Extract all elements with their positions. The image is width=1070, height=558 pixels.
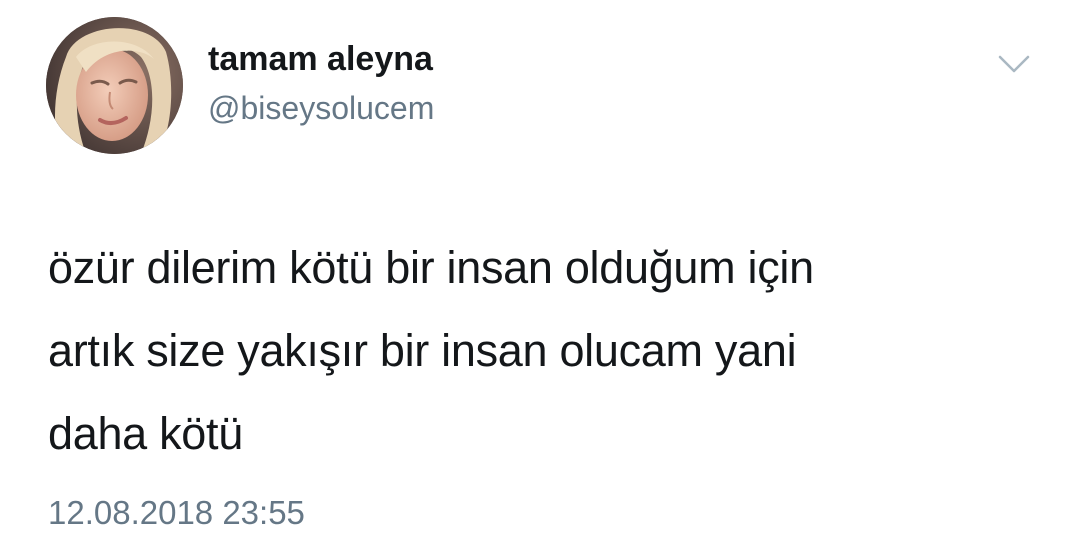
tweet-text-line: özür dilerim kötü bir insan olduğum için	[48, 242, 814, 293]
chevron-down-icon[interactable]	[996, 52, 1032, 76]
tweet-text: özür dilerim kötü bir insan olduğum için…	[48, 226, 1038, 475]
tweet-card: tamam aleyna @biseysolucem özür dilerim …	[0, 0, 1070, 558]
tweet-text-line: daha kötü	[48, 408, 243, 459]
avatar-image	[46, 17, 183, 154]
tweet-text-line: artık size yakışır bir insan olucam yani	[48, 325, 797, 376]
display-name[interactable]: tamam aleyna	[208, 40, 433, 79]
user-handle[interactable]: @biseysolucem	[208, 90, 434, 127]
avatar[interactable]	[46, 17, 183, 154]
tweet-timestamp[interactable]: 12.08.2018 23:55	[48, 494, 305, 532]
